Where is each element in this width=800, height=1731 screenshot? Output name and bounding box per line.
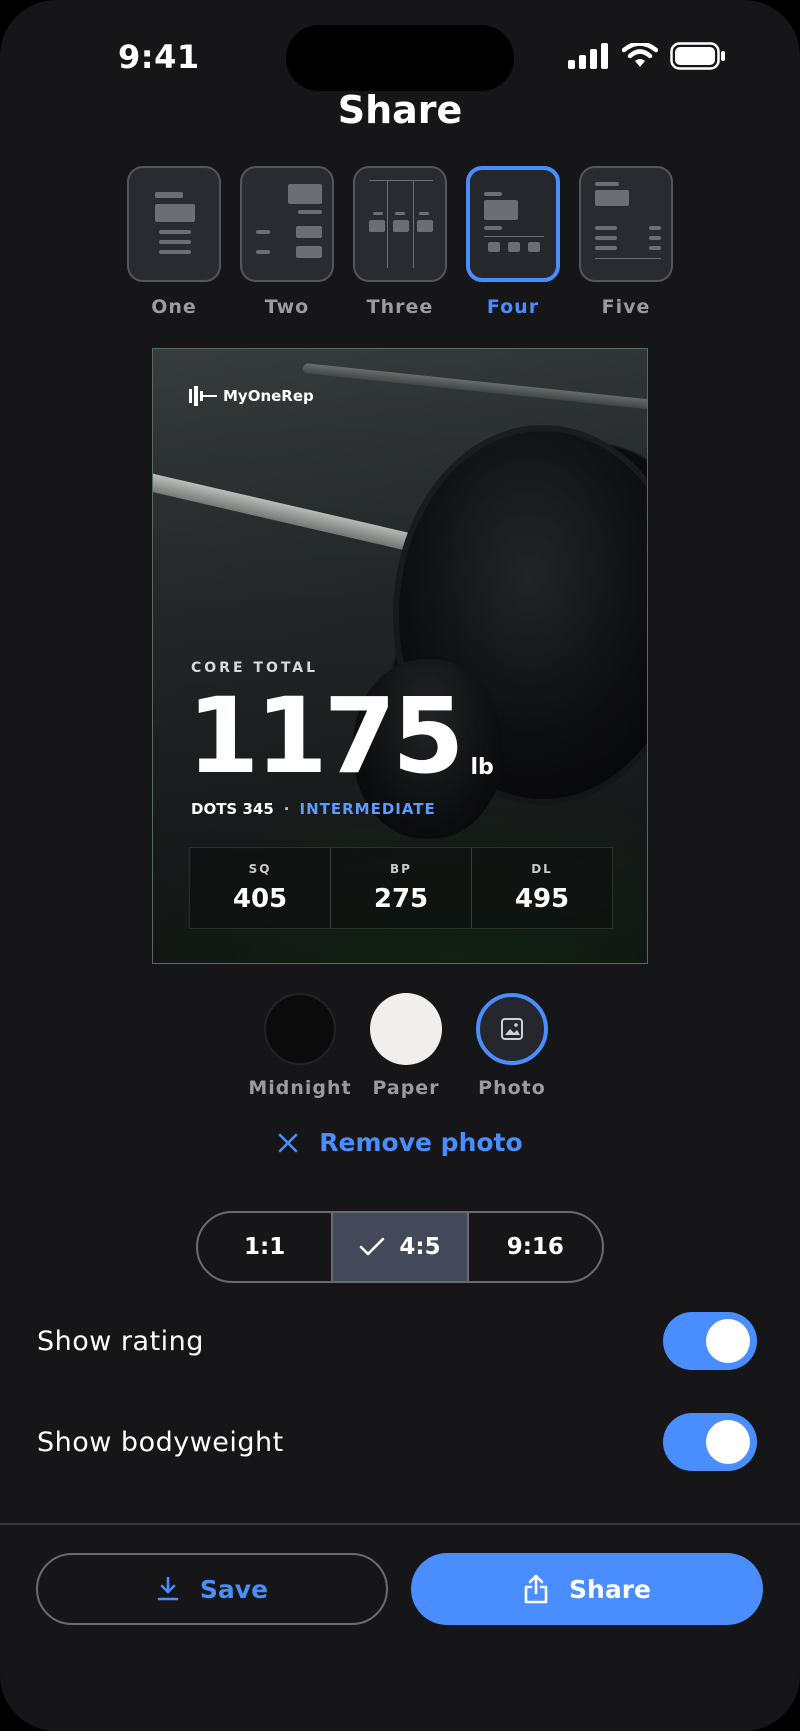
footer-divider — [0, 1523, 800, 1525]
download-icon — [157, 1576, 179, 1601]
lift-name: SQ — [248, 862, 272, 876]
layout-option-one[interactable]: One — [127, 166, 221, 318]
photo-swatch — [476, 993, 548, 1065]
theme-label: Photo — [478, 1077, 546, 1099]
share-button[interactable]: Share — [411, 1553, 763, 1625]
brand-logo: MyOneRep — [189, 385, 314, 407]
theme-label: Midnight — [248, 1077, 352, 1099]
total-value: 1175 — [187, 675, 464, 797]
cellular-signal-icon — [568, 43, 608, 69]
checkmark-icon — [360, 1237, 385, 1256]
aspect-option-9-16[interactable]: 9:16 — [469, 1213, 602, 1281]
page-title: Share — [337, 88, 463, 132]
setting-show-rating: Show rating — [37, 1312, 757, 1370]
layout-thumbnail-four — [466, 166, 560, 282]
share-card-preview: MyOneRep CORE TOTAL 1175 lb DOTS 345 · I… — [152, 348, 648, 964]
theme-option-midnight[interactable]: Midnight — [248, 993, 351, 1099]
dots-score: DOTS 345 — [191, 800, 274, 818]
theme-picker: Midnight Paper Photo — [248, 993, 555, 1099]
battery-icon — [670, 42, 725, 70]
setting-label: Show bodyweight — [37, 1426, 284, 1458]
theme-label: Paper — [372, 1077, 440, 1099]
lift-value: 405 — [232, 884, 288, 914]
total-row: 1175 lb — [187, 684, 494, 788]
wifi-icon — [622, 43, 658, 67]
share-label: Share — [569, 1574, 651, 1604]
theme-option-paper[interactable]: Paper — [363, 993, 449, 1099]
aspect-ratio-selector: 1:1 4:5 9:16 — [196, 1211, 604, 1283]
lift-value: 495 — [514, 884, 570, 914]
aspect-label: 1:1 — [244, 1234, 286, 1260]
barbell-logo-icon — [189, 386, 217, 406]
paper-swatch — [370, 993, 442, 1065]
layout-thumbnail-two — [240, 166, 334, 282]
status-time: 9:41 — [118, 38, 200, 76]
lift-deadlift: DL 495 — [472, 848, 612, 928]
toggle-knob — [706, 1319, 750, 1363]
dots-separator: · — [283, 800, 290, 818]
aspect-label: 4:5 — [399, 1234, 441, 1260]
layout-label: Two — [264, 296, 310, 318]
layout-label: Three — [366, 296, 434, 318]
setting-label: Show rating — [37, 1325, 204, 1357]
core-total-label: CORE TOTAL — [191, 660, 319, 676]
save-button[interactable]: Save — [36, 1553, 388, 1625]
lift-name: BP — [390, 862, 412, 876]
dots-row: DOTS 345 · INTERMEDIATE — [191, 800, 436, 818]
aspect-label: 9:16 — [506, 1234, 564, 1260]
strength-tier: INTERMEDIATE — [299, 800, 436, 818]
layout-label: One — [151, 296, 197, 318]
setting-show-bodyweight: Show bodyweight — [37, 1413, 757, 1471]
layout-label: Five — [601, 296, 651, 318]
share-icon — [524, 1574, 548, 1604]
toggle-knob — [706, 1420, 750, 1464]
lift-name: DL — [531, 862, 553, 876]
image-icon — [501, 1018, 523, 1040]
layout-option-two[interactable]: Two — [240, 166, 334, 318]
show-rating-toggle[interactable] — [663, 1312, 757, 1370]
aspect-option-1-1[interactable]: 1:1 — [198, 1213, 334, 1281]
lift-breakdown: SQ 405 BP 275 DL 495 — [189, 847, 613, 929]
layout-option-five[interactable]: Five — [579, 166, 673, 318]
aspect-option-4-5[interactable]: 4:5 — [333, 1213, 469, 1281]
layout-picker: One Two Three Four Five — [127, 166, 673, 318]
close-icon — [278, 1133, 298, 1152]
lift-bench: BP 275 — [331, 848, 472, 928]
theme-option-photo[interactable]: Photo — [469, 993, 555, 1099]
status-icons — [568, 42, 726, 70]
total-unit: lb — [470, 755, 494, 780]
layout-thumbnail-three — [353, 166, 447, 282]
brand-name: MyOneRep — [223, 387, 314, 405]
show-bodyweight-toggle[interactable] — [663, 1413, 757, 1471]
remove-photo-button[interactable]: Remove photo — [0, 1128, 800, 1157]
remove-photo-label: Remove photo — [319, 1128, 523, 1157]
midnight-swatch — [264, 993, 336, 1065]
layout-thumbnail-one — [127, 166, 221, 282]
layout-label: Four — [486, 296, 540, 318]
layout-option-four[interactable]: Four — [466, 166, 560, 318]
layout-thumbnail-five — [579, 166, 673, 282]
dynamic-island — [286, 25, 514, 91]
layout-option-three[interactable]: Three — [353, 166, 447, 318]
share-screen: 9:41 Share One Two Three Four Five MyOne… — [0, 0, 800, 1731]
save-label: Save — [199, 1574, 269, 1604]
lift-squat: SQ 405 — [190, 848, 331, 928]
lift-value: 275 — [373, 884, 429, 914]
